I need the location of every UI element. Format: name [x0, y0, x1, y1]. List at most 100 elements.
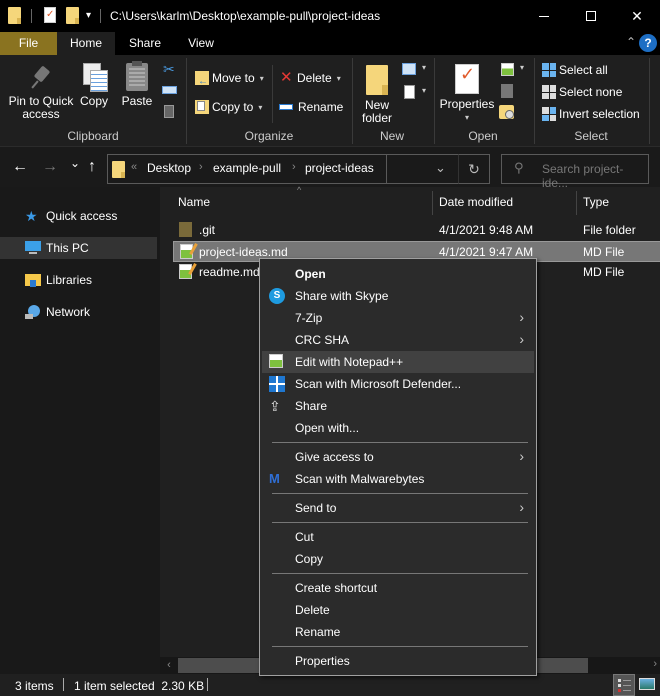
menu-item-delete[interactable]: Delete [262, 599, 534, 621]
menu-item-properties[interactable]: Properties [262, 650, 534, 672]
history-icon[interactable] [499, 105, 514, 119]
menu-item-give-access-to[interactable]: Give access to › [262, 446, 534, 468]
file-date: 4/1/2021 9:48 AM [439, 223, 534, 237]
breadcrumb-separator-icon[interactable]: › [199, 161, 203, 173]
new-folder-button[interactable]: New folder [358, 65, 396, 125]
sidebar-item-network[interactable]: Network [0, 301, 157, 323]
address-bar[interactable]: « Desktop › example-pull › project-ideas [107, 154, 387, 184]
defender-icon [269, 376, 285, 392]
column-header-type[interactable]: Type [583, 187, 609, 217]
cut-icon[interactable]: ✂ [163, 61, 175, 78]
menu-item-edit-with-notepad-plus-plus[interactable]: Edit with Notepad++ [262, 351, 534, 373]
select-all-button[interactable]: Select all [542, 61, 608, 79]
chevron-down-icon: ▾ [258, 102, 263, 112]
edit-icon[interactable] [501, 84, 513, 98]
paste-button[interactable]: Paste [120, 61, 154, 108]
address-dropdown-icon[interactable]: ⌄ [435, 160, 446, 176]
chevron-down-icon[interactable]: ▾ [520, 63, 524, 72]
invert-selection-button[interactable]: Invert selection [542, 105, 640, 123]
menu-item-label: Open with... [295, 421, 360, 435]
minimize-icon [539, 15, 549, 17]
rename-button[interactable]: Rename [279, 98, 343, 116]
sidebar-item-this-pc[interactable]: This PC [0, 237, 157, 259]
menu-item-copy[interactable]: Copy [262, 548, 534, 570]
select-none-button[interactable]: Select none [542, 83, 622, 101]
menu-item-rename[interactable]: Rename [262, 621, 534, 643]
open-with-icon[interactable] [501, 63, 514, 76]
minimize-button[interactable] [521, 0, 567, 32]
menu-item-create-shortcut[interactable]: Create shortcut [262, 577, 534, 599]
menu-item-open-with[interactable]: Open with... [262, 417, 534, 439]
menu-item-7-zip[interactable]: 7-Zip › [262, 307, 534, 329]
menu-item-scan-with-defender[interactable]: Scan with Microsoft Defender... [262, 373, 534, 395]
chevron-down-icon[interactable]: ▾ [422, 86, 426, 95]
copy-to-icon [195, 100, 209, 114]
details-view-button[interactable] [613, 674, 635, 696]
forward-button[interactable]: → [42, 158, 58, 176]
column-separator[interactable] [576, 191, 577, 215]
tab-home[interactable]: Home [57, 32, 115, 55]
invert-selection-icon [542, 107, 556, 121]
new-item-icon[interactable] [402, 63, 416, 75]
copy-button[interactable]: Copy [78, 63, 110, 108]
tab-file[interactable]: File [0, 32, 57, 55]
copy-to-button[interactable]: Copy to ▾ [195, 98, 262, 116]
large-icons-view-button[interactable] [639, 678, 655, 690]
address-bar-extension[interactable]: ⌄ [387, 154, 458, 184]
recent-locations-button[interactable]: ⌄ [70, 156, 80, 170]
folder-icon [179, 222, 192, 237]
breadcrumb-project-ideas[interactable]: project-ideas [305, 161, 374, 175]
refresh-button[interactable]: ↻ [458, 154, 490, 184]
up-button[interactable]: ↑ [88, 158, 96, 176]
ribbon-tabs: File Home Share View ⌃ ? [0, 32, 660, 55]
scroll-left-icon[interactable]: ‹ [161, 658, 177, 673]
scroll-right-icon[interactable]: › [653, 658, 657, 670]
sidebar-item-label: Network [46, 305, 91, 319]
collapse-ribbon-icon[interactable]: ⌃ [626, 35, 636, 49]
breadcrumb-separator-icon[interactable]: › [292, 161, 296, 173]
maximize-button[interactable] [568, 0, 614, 32]
customize-toolbar-dropdown[interactable]: ▾ [86, 10, 91, 21]
column-header-date-modified[interactable]: Date modified [439, 187, 513, 217]
file-row[interactable]: .git 4/1/2021 9:48 AM File folder [173, 220, 660, 241]
divider [207, 678, 208, 691]
menu-item-cut[interactable]: Cut [262, 526, 534, 548]
menu-item-label: Send to [295, 501, 337, 515]
delete-button[interactable]: ✕ Delete ▾ [280, 69, 341, 87]
tab-share[interactable]: Share [115, 32, 175, 55]
menu-item-label: Delete [295, 603, 330, 617]
move-to-button[interactable]: ← Move to ▾ [195, 69, 264, 87]
menu-item-send-to[interactable]: Send to › [262, 497, 534, 519]
pin-to-quick-access-button[interactable]: Pin to Quick access [5, 65, 77, 121]
properties-button[interactable]: Properties ▾ [438, 64, 496, 124]
column-header-name[interactable]: Name [178, 187, 210, 217]
copy-path-icon[interactable] [162, 86, 177, 94]
close-button[interactable]: ✕ [614, 0, 660, 32]
menu-item-crc-sha[interactable]: CRC SHA › [262, 329, 534, 351]
easy-access-icon[interactable] [404, 85, 415, 99]
menu-item-scan-with-malwarebytes[interactable]: M Scan with Malwarebytes [262, 468, 534, 490]
menu-item-open[interactable]: Open [262, 263, 534, 285]
column-separator[interactable] [432, 191, 433, 215]
search-input[interactable]: Search project-ide... [542, 162, 648, 190]
breadcrumb-example-pull[interactable]: example-pull [213, 161, 281, 175]
help-icon[interactable]: ? [639, 34, 657, 52]
search-box[interactable]: ⚲ Search project-ide... [501, 154, 649, 190]
move-to-icon: ← [195, 71, 209, 87]
breadcrumb-desktop[interactable]: Desktop [147, 161, 191, 175]
chevron-down-icon[interactable]: ▾ [422, 63, 426, 72]
sidebar-item-quick-access[interactable]: ★ Quick access [0, 205, 157, 227]
properties-label: Properties [439, 97, 495, 111]
select-all-icon [542, 63, 556, 77]
menu-item-share-with-skype[interactable]: S Share with Skype [262, 285, 534, 307]
overflow-chevron-icon[interactable]: « [131, 161, 137, 173]
chevron-down-icon: ▾ [336, 73, 341, 83]
menu-item-share[interactable]: ⇪ Share [262, 395, 534, 417]
properties-icon [455, 64, 479, 94]
sidebar-item-libraries[interactable]: Libraries [0, 269, 157, 291]
tab-view[interactable]: View [175, 32, 227, 55]
back-button[interactable]: ← [12, 158, 28, 176]
paste-shortcut-icon[interactable] [164, 105, 174, 118]
computer-icon [25, 240, 41, 256]
group-label-select: Select [574, 129, 608, 143]
